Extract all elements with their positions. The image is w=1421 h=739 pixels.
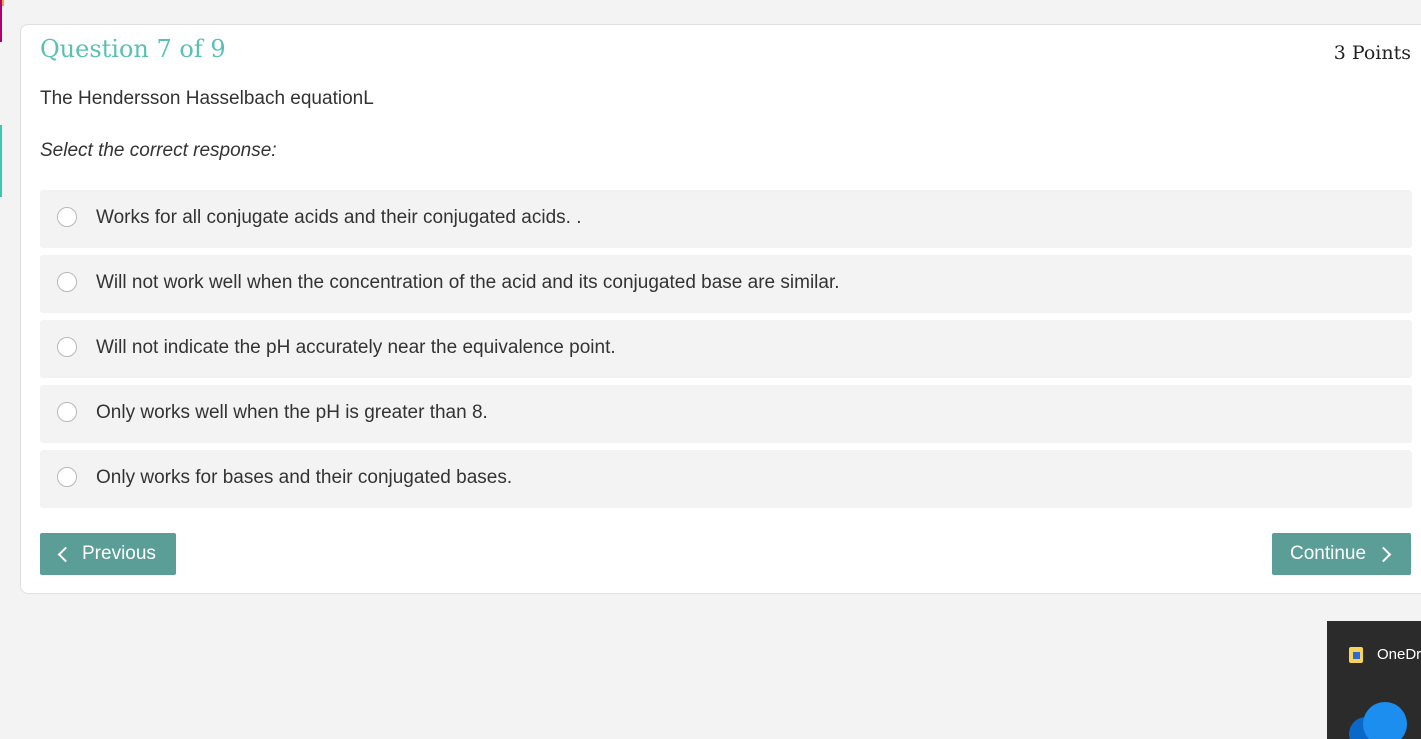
onedrive-cloud-icon [1349, 699, 1421, 739]
radio-button-icon[interactable] [57, 207, 77, 227]
answer-option-3[interactable]: Will not indicate the pH accurately near… [40, 320, 1412, 378]
answer-option-label: Only works for bases and their conjugate… [96, 467, 513, 488]
question-title: Question 7 of 9 [40, 35, 226, 63]
answer-option-label: Works for all conjugate acids and their … [96, 207, 582, 228]
chevron-right-icon [1375, 546, 1392, 562]
question-card: Question 7 of 9 3 Points The Hendersson … [20, 24, 1421, 594]
answer-option-1[interactable]: Works for all conjugate acids and their … [40, 190, 1412, 248]
continue-button[interactable]: Continue [1272, 533, 1411, 575]
previous-button-label: Previous [82, 543, 156, 564]
answer-option-2[interactable]: Will not work well when the concentratio… [40, 255, 1412, 313]
question-prompt: The Hendersson Hasselbach equationL [40, 88, 374, 109]
answer-options: Works for all conjugate acids and their … [40, 190, 1412, 515]
question-instruction: Select the correct response: [40, 140, 277, 161]
radio-button-icon[interactable] [57, 272, 77, 292]
answer-option-4[interactable]: Only works well when the pH is greater t… [40, 385, 1412, 443]
folder-sync-icon [1349, 647, 1363, 663]
continue-button-label: Continue [1290, 543, 1367, 564]
radio-button-icon[interactable] [57, 467, 77, 487]
previous-button[interactable]: Previous [40, 533, 176, 575]
onedrive-popup-title: OneDr [1377, 646, 1421, 663]
answer-option-5[interactable]: Only works for bases and their conjugate… [40, 450, 1412, 508]
radio-button-icon[interactable] [57, 337, 77, 357]
chevron-left-icon [57, 546, 74, 562]
onedrive-notification-popup[interactable]: OneDr [1327, 621, 1421, 739]
answer-option-label: Will not indicate the pH accurately near… [96, 337, 616, 358]
answer-option-label: Only works well when the pH is greater t… [96, 402, 488, 423]
left-edge-accent-teal [0, 125, 2, 197]
question-points: 3 Points [1333, 42, 1411, 64]
left-edge-accent-magenta [0, 0, 2, 42]
answer-option-label: Will not work well when the concentratio… [96, 272, 840, 293]
radio-button-icon[interactable] [57, 402, 77, 422]
left-edge-accent-orange [2, 0, 4, 6]
